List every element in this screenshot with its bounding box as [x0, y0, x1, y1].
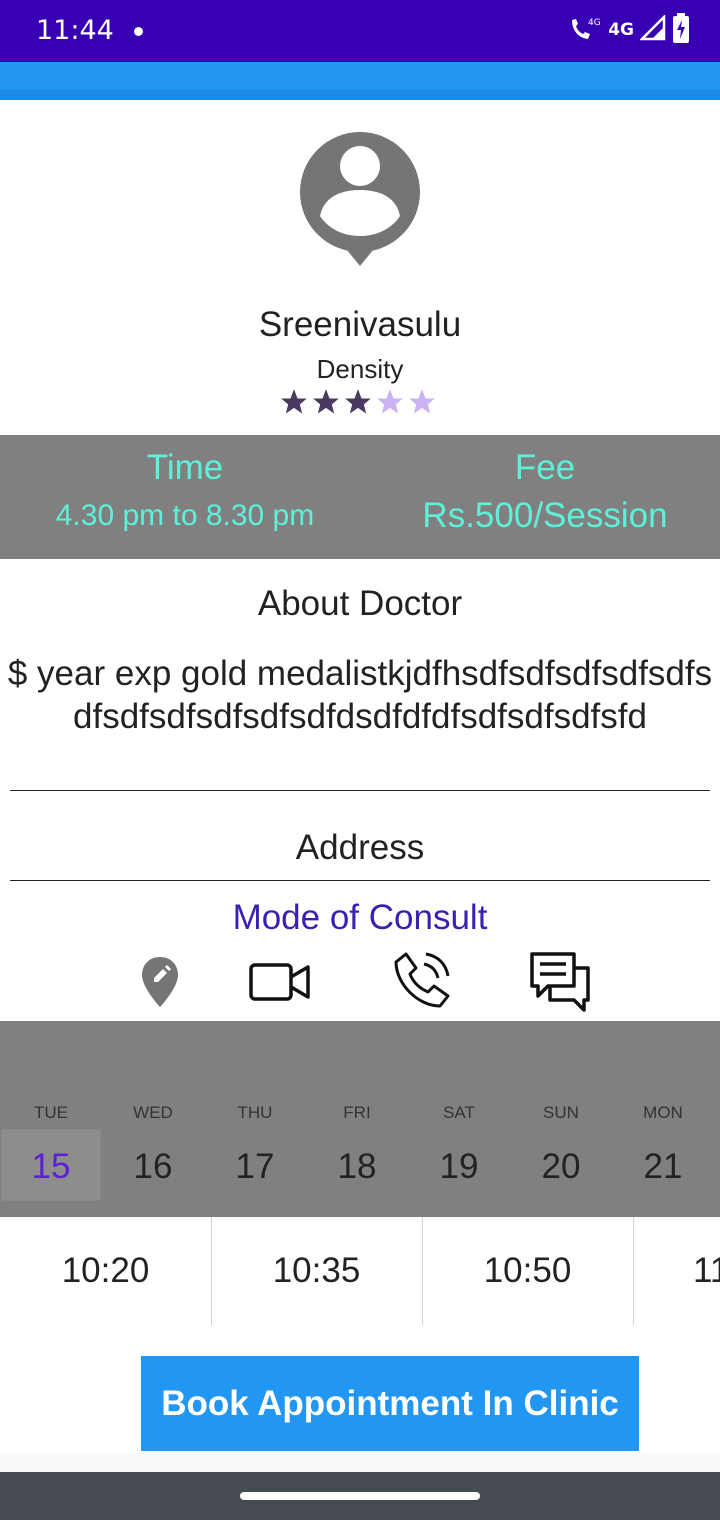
map-pin-icon[interactable]: [128, 950, 192, 1014]
doctor-detail-screen: Sreenivasulu Density Time 4.30 pm to 8.3…: [0, 100, 720, 1452]
calendar-day[interactable]: FRI 18: [306, 1021, 408, 1217]
rating-stars: [280, 388, 440, 418]
calendar-day[interactable]: THU 17: [204, 1021, 306, 1217]
divider: [10, 790, 710, 791]
star-filled-icon: [313, 389, 339, 414]
time-slot[interactable]: 11:05: [633, 1217, 720, 1325]
time-slot[interactable]: 10:50: [422, 1217, 633, 1325]
about-doctor-text: $ year exp gold medalistkjdfhsdfsdfsdfsd…: [7, 654, 713, 736]
time-value: 4.30 pm to 8.30 pm: [55, 499, 315, 532]
fee-label: Fee: [514, 448, 576, 487]
star-empty-icon: [377, 389, 403, 414]
signal-icon: [638, 13, 666, 46]
network-type-label: 4G: [608, 20, 634, 40]
address-label: Address: [295, 828, 425, 867]
day-number: 16: [133, 1147, 173, 1186]
notification-dot-icon: [134, 27, 143, 36]
star-filled-icon: [345, 389, 371, 414]
slot-divider: [211, 1217, 212, 1325]
volte-call-icon: 4G: [568, 14, 602, 47]
fee-info: Fee Rs.500/Session: [390, 447, 700, 543]
slot-divider: [422, 1217, 423, 1325]
account-pin-icon: [298, 132, 422, 268]
time-info: Time 4.30 pm to 8.30 pm: [30, 447, 340, 543]
star-filled-icon: [281, 389, 307, 414]
day-number: 18: [337, 1147, 377, 1186]
time-slot[interactable]: 10:20: [0, 1217, 211, 1325]
calendar-day[interactable]: WED 16: [102, 1021, 204, 1217]
day-number: 20: [541, 1147, 581, 1186]
slot-divider: [633, 1217, 634, 1325]
time-slot[interactable]: 10:35: [211, 1217, 422, 1325]
day-number: 17: [235, 1147, 275, 1186]
chat-icon[interactable]: [528, 950, 592, 1014]
navigation-bar: [0, 1472, 720, 1520]
calendar-day[interactable]: SAT 19: [408, 1021, 510, 1217]
calendar-day[interactable]: MON 21: [612, 1021, 714, 1217]
phone-call-icon[interactable]: [388, 950, 452, 1014]
day-of-week-label: TUE: [34, 1103, 68, 1122]
day-of-week-label: SUN: [543, 1103, 579, 1122]
status-time: 11:44: [36, 15, 114, 46]
time-fee-band: Time 4.30 pm to 8.30 pm Fee Rs.500/Sessi…: [0, 435, 720, 559]
day-number: 15: [31, 1147, 71, 1186]
home-gesture-handle[interactable]: [240, 1492, 480, 1500]
fee-value: Rs.500/Session: [422, 496, 668, 535]
day-of-week-label: WED: [133, 1103, 173, 1122]
calendar-day[interactable]: TUE 15: [0, 1021, 102, 1217]
app-bar-shadow: [0, 90, 720, 100]
time-slots: 10:2010:3510:5011:05: [0, 1217, 720, 1325]
video-camera-icon[interactable]: [248, 950, 312, 1014]
consult-modes: [0, 950, 720, 1014]
calendar-day[interactable]: SUN 20: [510, 1021, 612, 1217]
book-appointment-button[interactable]: Book Appointment In Clinic: [141, 1356, 639, 1451]
volte-label: 4G: [588, 18, 601, 28]
doctor-name: Sreenivasulu: [258, 305, 462, 344]
status-bar: 11:44 4G 4G: [0, 0, 720, 62]
time-label: Time: [146, 448, 224, 487]
date-picker-strip: TUE 15 WED 16 THU 17 FRI 18 SAT 19 SUN 20 MON 21: [0, 1021, 720, 1217]
divider: [10, 880, 710, 881]
battery-charging-icon: [672, 12, 690, 48]
day-of-week-label: SAT: [443, 1103, 475, 1122]
mode-of-consult-title: Mode of Consult: [232, 898, 488, 937]
day-of-week-label: FRI: [343, 1103, 371, 1122]
star-empty-icon: [409, 389, 435, 414]
about-doctor-title: About Doctor: [257, 584, 463, 623]
day-number: 19: [439, 1147, 479, 1186]
day-of-week-label: MON: [643, 1103, 683, 1122]
doctor-specialty: Density: [316, 354, 404, 384]
day-of-week-label: THU: [237, 1103, 273, 1122]
status-icons: 4G 4G: [568, 12, 690, 48]
day-number: 21: [643, 1147, 683, 1186]
